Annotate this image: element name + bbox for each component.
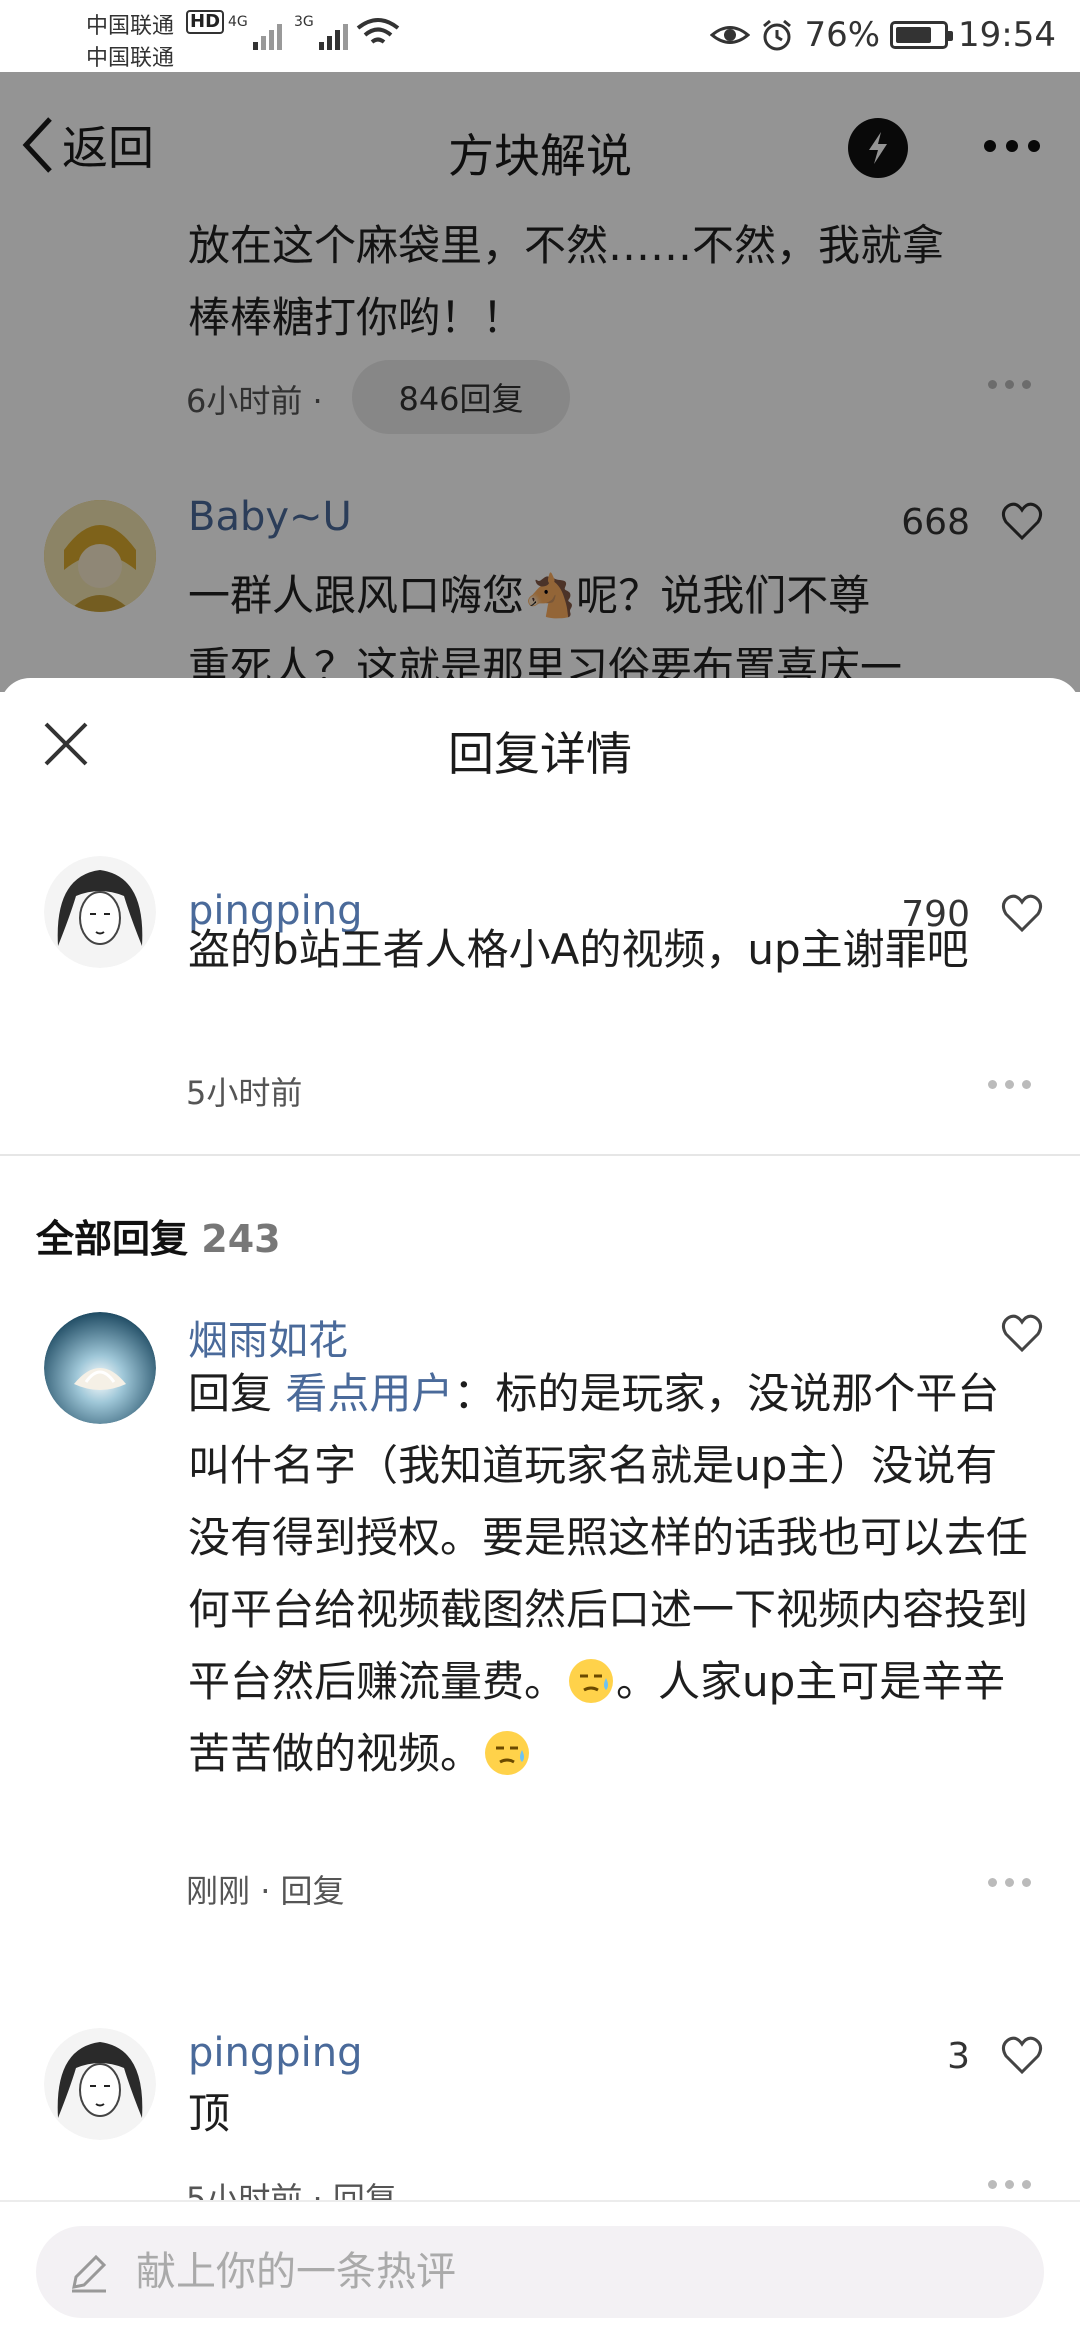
comment-text: 盗的b站王者人格小A的视频，up主谢罪吧 [188,925,969,974]
carrier-label-2: 中国联通 [86,46,175,71]
wifi-icon [356,18,400,44]
eye-comfort-icon [710,26,751,44]
hd-badge: HD [186,10,225,34]
network-type-2: 3G [294,14,314,30]
comment-input-bar [0,2200,1080,2340]
avatar[interactable] [44,2028,156,2140]
all-replies-header: 全部回复 243 [36,1208,281,1263]
comment-input[interactable] [136,2249,1016,2295]
reply-text: 回复 看点用户：标的是玩家，没说那个平台叫什名字（我知道玩家名就是up主）没说有… [188,1358,1030,1790]
divider [0,1154,1080,1156]
reply-username[interactable]: pingping [188,2030,363,2076]
comment-time: 5小时前 [186,1074,303,1112]
more-dots-icon[interactable] [988,1080,1031,1089]
reply-meta: 刚刚 · 回复 [186,1872,345,1910]
pencil-icon [72,2254,107,2293]
status-right-group: 76% 19:54 [710,10,1056,60]
battery-icon [890,21,954,49]
all-replies-label: 全部回复 [36,1217,189,1261]
reply-action[interactable]: 回复 [281,1872,345,1910]
sheet-title: 回复详情 [448,727,632,781]
sweat-emoji-icon [485,1731,530,1775]
reply-prefix: 回复 [188,1369,273,1418]
reply-time: 刚刚 [186,1872,251,1910]
more-dots-icon[interactable] [988,2180,1031,2189]
battery-percent: 76% [804,15,881,55]
more-dots-icon[interactable] [988,1878,1031,1887]
comment-input-container[interactable] [36,2226,1044,2318]
sweat-emoji-icon [569,1659,614,1703]
dim-overlay[interactable] [0,72,1080,692]
reply-to-user-link[interactable]: 看点用户 [285,1369,453,1418]
reply-text: 顶 [188,2089,231,2138]
heart-icon[interactable] [1000,2034,1044,2078]
carrier-label-1: 中国联通 [86,14,175,39]
all-replies-count: 243 [201,1217,281,1261]
avatar[interactable] [44,856,156,968]
network-type-1: 4G [228,14,248,30]
signal-icon-2: 3G [294,14,348,50]
clock-time: 19:54 [958,15,1056,55]
signal-icon-1: 4G [228,14,282,50]
status-bar: 中国联通 中国联通 HD 4G 3G 76% 19:54 [0,0,1080,72]
reply-detail-sheet: 回复详情 pingping 790 盗的b站王者人格小A的视频，up主谢罪吧 5… [0,678,1080,2340]
reply-like-count: 3 [947,2036,970,2077]
alarm-icon [763,19,792,51]
avatar[interactable] [44,1312,156,1424]
heart-icon[interactable] [1000,1312,1044,1356]
